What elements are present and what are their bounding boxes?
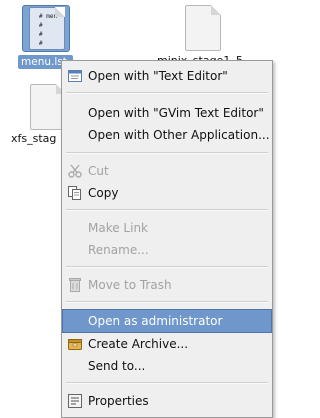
scissors-icon	[67, 163, 83, 179]
menu-item-label: Cut	[88, 164, 109, 178]
properties-icon	[67, 393, 83, 409]
menu-item-label: Rename...	[88, 243, 149, 257]
trash-icon	[67, 277, 83, 293]
menu-item-create-archive[interactable]: Create Archive...	[63, 333, 271, 355]
menu-item-label: Open with Other Application...	[88, 128, 270, 142]
menu-separator	[66, 301, 268, 303]
menu-item-open-with-other-application[interactable]: Open with Other Application...	[63, 124, 271, 146]
menu-item-label: Move to Trash	[88, 278, 172, 292]
menu-item-copy[interactable]: Copy	[63, 182, 271, 204]
menu-item-label: Send to...	[88, 359, 146, 373]
context-menu: Open with "Text Editor" Open with "GVim …	[61, 60, 273, 418]
file-preview-text: # men # # #	[39, 13, 58, 47]
menu-item-make-link[interactable]: Make Link	[63, 217, 271, 239]
menu-item-rename[interactable]: Rename...	[63, 239, 271, 261]
menu-item-label: Open with "GVim Text Editor"	[88, 106, 264, 120]
file-icon-menu-lst[interactable]: # men # # #	[22, 5, 70, 52]
file-icon-minix-stage1-5[interactable]	[185, 5, 221, 51]
menu-item-label: Properties	[88, 394, 149, 408]
menu-item-label: Open as administrator	[88, 314, 223, 328]
menu-item-label: Make Link	[88, 221, 148, 235]
document-icon: # men # # #	[29, 7, 65, 50]
menu-separator	[66, 152, 268, 154]
menu-item-label: Open with "Text Editor"	[88, 69, 228, 83]
file-icon-xfs-stage1-5[interactable]	[30, 84, 66, 130]
text-editor-icon	[67, 68, 83, 84]
menu-separator	[66, 92, 268, 94]
menu-item-send-to[interactable]: Send to...	[63, 355, 271, 377]
copy-icon	[67, 185, 83, 201]
file-label-xfs-stage1-5[interactable]: xfs_stag	[11, 132, 56, 145]
menu-item-open-with-text-editor[interactable]: Open with "Text Editor"	[63, 65, 271, 87]
menu-item-open-as-administrator[interactable]: Open as administrator	[62, 309, 272, 333]
menu-item-properties[interactable]: Properties	[63, 390, 271, 412]
menu-separator	[66, 209, 268, 211]
menu-separator	[66, 266, 268, 268]
menu-item-open-with-gvim[interactable]: Open with "GVim Text Editor"	[63, 102, 271, 124]
document-icon	[185, 5, 221, 51]
archive-icon	[67, 336, 83, 352]
menu-item-cut[interactable]: Cut	[63, 160, 271, 182]
menu-item-move-to-trash[interactable]: Move to Trash	[63, 274, 271, 296]
menu-item-label: Copy	[88, 186, 119, 200]
menu-separator	[66, 382, 268, 384]
menu-item-label: Create Archive...	[88, 337, 189, 351]
